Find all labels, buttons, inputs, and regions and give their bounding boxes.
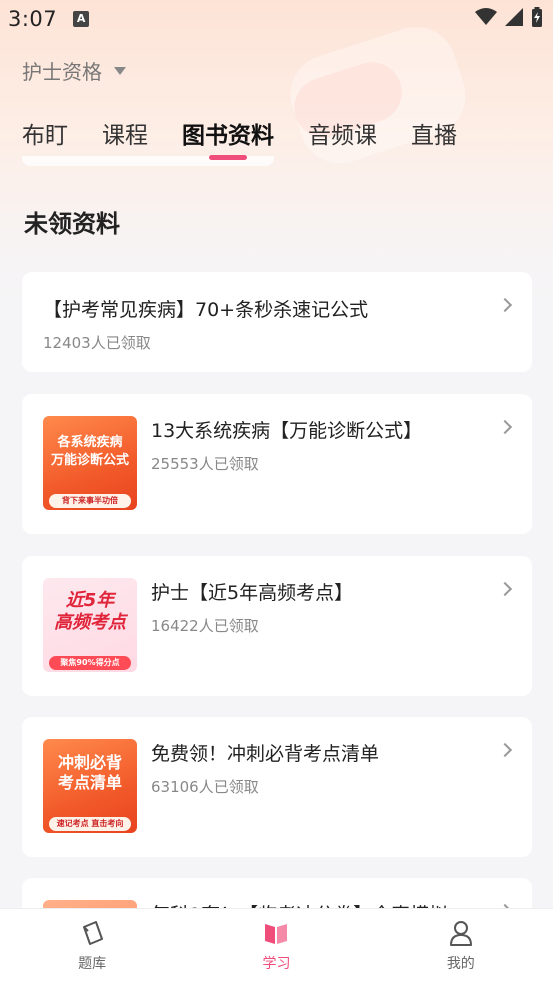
nav-label: 我的: [446, 956, 475, 972]
tab-books-materials[interactable]: 图书资料: [182, 116, 274, 156]
material-thumbnail: 近5年 高频考点 聚焦90%得分点: [43, 578, 137, 672]
nav-label: 学习: [262, 956, 291, 972]
battery-icon: [532, 7, 542, 27]
status-icons: [475, 7, 543, 27]
thumbnail-text: 各系统疾病 万能诊断公式: [50, 435, 129, 468]
nav-study[interactable]: 学习: [184, 909, 368, 984]
notification-a-icon: A: [73, 11, 90, 27]
section-title: 未领资料: [24, 210, 120, 238]
thumbnail-subtext: 速记考点 直击考向: [56, 819, 124, 828]
tab-bar: 布盯 课程 图书资料 音频课 直播: [22, 116, 491, 156]
status-time: 3:07: [8, 7, 58, 31]
thumbnail-text: 冲刺必背 考点清单: [57, 753, 122, 792]
material-claim-count: 16422人已领取: [151, 617, 259, 635]
wifi-icon: [475, 8, 497, 25]
material-card[interactable]: 冲刺必背 考点清单 速记考点 直击考向 免费领！冲刺必背考点清单 63106人已…: [22, 717, 532, 857]
material-card[interactable]: 【护考常见疾病】70+条秒杀速记公式 12403人已领取: [22, 272, 532, 372]
question-bank-icon: [83, 921, 104, 945]
qualification-label: 护士资格: [22, 60, 102, 84]
thumbnail-text: 近5年 高频考点: [54, 590, 126, 633]
material-claim-count: 63106人已领取: [151, 778, 259, 796]
material-thumbnail: 各系统疾病 万能诊断公式 背下来事半功倍: [43, 416, 137, 510]
nav-question-bank[interactable]: 题库: [0, 909, 184, 984]
profile-icon: [449, 921, 472, 946]
nav-label: 题库: [78, 956, 107, 972]
material-title: 【护考常见疾病】70+条秒杀速记公式: [43, 299, 369, 321]
tab-audio-courses[interactable]: 音频课: [308, 116, 377, 156]
material-card[interactable]: 近5年 高频考点 聚焦90%得分点 护士【近5年高频考点】 16422人已领取: [22, 556, 532, 696]
chevron-right-icon: [497, 419, 513, 435]
study-book-icon: [265, 924, 288, 944]
tab-live[interactable]: 直播: [411, 116, 457, 156]
material-card[interactable]: 各系统疾病 万能诊断公式 背下来事半功倍 13大系统疾病【万能诊断公式】 255…: [22, 394, 532, 534]
thumbnail-subtext: 背下来事半功倍: [62, 496, 118, 505]
tab-courses[interactable]: 课程: [102, 116, 148, 156]
status-bar: 3:07 A: [0, 0, 553, 38]
tab-budding[interactable]: 布盯: [22, 116, 68, 156]
caret-down-icon: [114, 66, 126, 75]
chevron-right-icon: [497, 581, 513, 597]
chevron-right-icon: [497, 297, 513, 313]
thumbnail-subtext: 聚焦90%得分点: [60, 658, 120, 667]
material-title: 护士【近5年高频考点】: [151, 582, 354, 604]
material-claim-count: 25553人已领取: [151, 455, 259, 473]
material-claim-count: 12403人已领取: [43, 334, 151, 352]
chevron-right-icon: [497, 742, 513, 758]
material-thumbnail: 冲刺必背 考点清单 速记考点 直击考向: [43, 739, 137, 833]
bottom-navigation: 题库 学习 我的: [0, 908, 553, 984]
material-title: 免费领！冲刺必背考点清单: [151, 743, 380, 765]
material-title: 13大系统疾病【万能诊断公式】: [151, 420, 423, 442]
qualification-selector[interactable]: 护士资格: [22, 56, 126, 85]
nav-profile[interactable]: 我的: [369, 909, 553, 984]
cell-signal-icon: [505, 8, 523, 26]
